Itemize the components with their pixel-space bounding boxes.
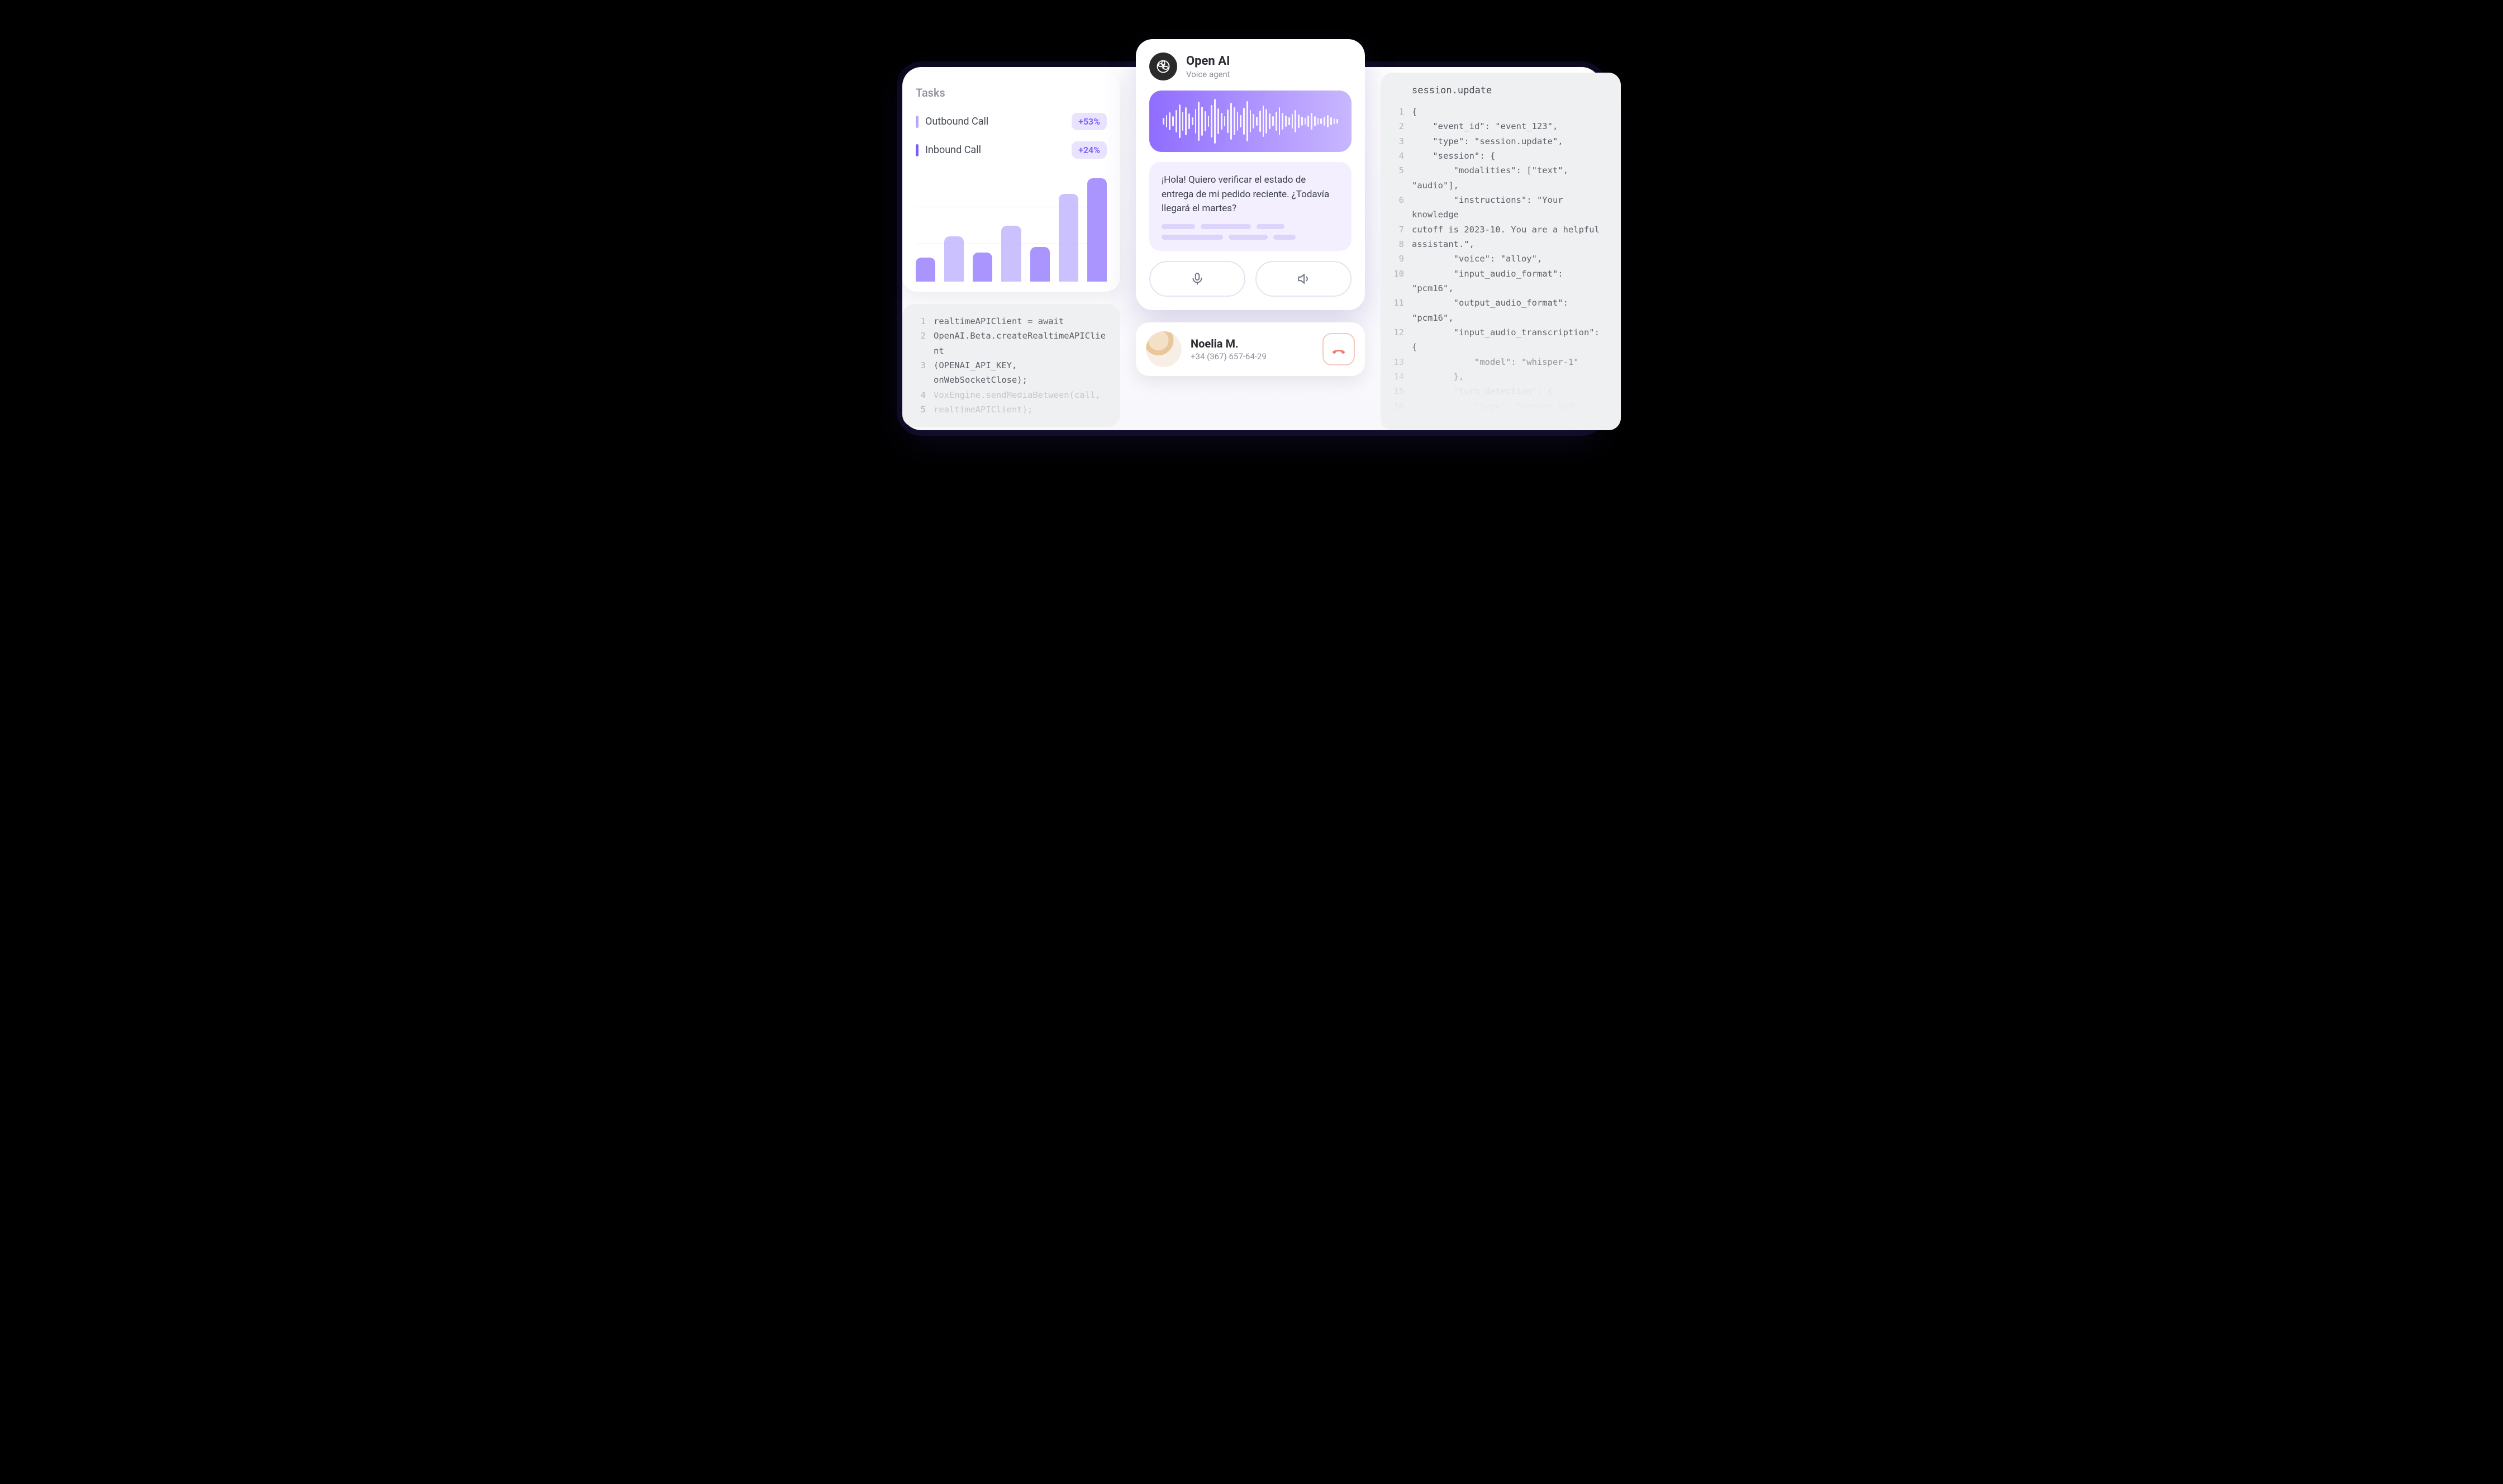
chart-bar [1001,226,1021,282]
agent-name: Open AI [1186,54,1230,68]
caller-name: Noelia M. [1191,337,1314,350]
inbound-color-chip [916,144,919,156]
chart-bar [1059,194,1078,282]
voice-agent-card: Open AI Voice agent ¡Hola! Quiero verifi… [1136,39,1365,310]
metric-delta-badge: +24% [1072,141,1107,159]
right-column: session.update 1{2 "event_id": "event_12… [1381,39,1621,430]
code-line: 5 "modalities": ["text", "audio"], [1392,163,1610,193]
openai-logo-icon [1149,53,1177,80]
microphone-button[interactable] [1149,261,1245,297]
chart-bar [916,258,935,282]
outbound-color-chip [916,116,919,128]
code-line: 4VoxEngine.sendMediaBetween(call, [913,388,1109,402]
code-line: 13 "model": "whisper-1" [1392,355,1610,369]
code-line: 6 "instructions": "Your knowledge [1392,193,1610,222]
code-line: 1realtimeAPIClient = await [913,314,1109,329]
code-line: 11 "output_audio_format": "pcm16", [1392,296,1610,325]
tasks-bar-chart [916,170,1107,282]
metric-row-outbound[interactable]: Outbound Call +53% [916,107,1107,136]
caller-card: Noelia M. +34 (367) 657-64-29 [1136,322,1365,376]
tasks-title: Tasks [916,86,1107,99]
code-line: 18 "prefix_padding_ms": 300, [1392,428,1610,430]
code-line: 5realtimeAPIClient); [913,402,1109,417]
code-snippet-right: session.update 1{2 "event_id": "event_12… [1381,73,1621,430]
caller-avatar [1146,331,1182,367]
code-line: 4 "session": { [1392,149,1610,163]
code-line: 12 "input_audio_transcription": { [1392,325,1610,355]
code-line: 2OpenAI.Beta.createRealtimeAPIClient [913,329,1109,358]
code-line: 1{ [1392,104,1610,119]
metric-label: Inbound Call [925,144,981,156]
audio-waveform [1149,91,1352,152]
transcript-bubble: ¡Hola! Quiero verificar el estado de ent… [1149,162,1352,251]
transcript-loading-skeleton [1162,224,1339,240]
agent-subtitle: Voice agent [1186,69,1230,79]
code-line: 17 "threshold": 0.5, [1392,413,1610,428]
dashboard-stage: Tasks Outbound Call +53% Inbound Call +2… [869,22,1634,447]
caller-phone: +34 (367) 657-64-29 [1191,351,1314,362]
microphone-icon [1190,272,1205,286]
tasks-card: Tasks Outbound Call +53% Inbound Call +2… [902,73,1120,292]
code-line: 16 "type": "server_vad", [1392,399,1610,413]
transcript-text: ¡Hola! Quiero verificar el estado de ent… [1162,174,1329,214]
chart-bar [1087,178,1107,282]
code-title: session.update [1392,83,1610,99]
code-line: 7cutoff is 2023-10. You are a helpful [1392,222,1610,237]
center-column: Open AI Voice agent ¡Hola! Quiero verifi… [1136,39,1365,376]
left-column: Tasks Outbound Call +53% Inbound Call +2… [902,39,1120,427]
chart-bar [973,253,992,282]
code-line: 3 "type": "session.update", [1392,134,1610,149]
metric-delta-badge: +53% [1072,113,1107,130]
chart-bar [944,236,964,282]
speaker-button[interactable] [1255,261,1352,297]
code-line: 9 "voice": "alloy", [1392,251,1610,266]
metric-row-inbound[interactable]: Inbound Call +24% [916,136,1107,164]
phone-hangup-icon [1331,341,1346,357]
code-snippet-left: 1realtimeAPIClient = await2OpenAI.Beta.c… [902,304,1120,427]
speaker-icon [1296,272,1311,286]
code-line: 3(OPENAI_API_KEY, onWebSocketClose); [913,358,1109,388]
hangup-button[interactable] [1322,333,1355,365]
code-line: 14 }, [1392,369,1610,384]
chart-bar [1030,247,1050,282]
code-line: 2 "event_id": "event_123", [1392,119,1610,134]
code-line: 8assistant.", [1392,237,1610,251]
code-line: 10 "input_audio_format": "pcm16", [1392,267,1610,296]
code-line: 15 "turn_detection": { [1392,384,1610,398]
metric-label: Outbound Call [925,116,988,127]
